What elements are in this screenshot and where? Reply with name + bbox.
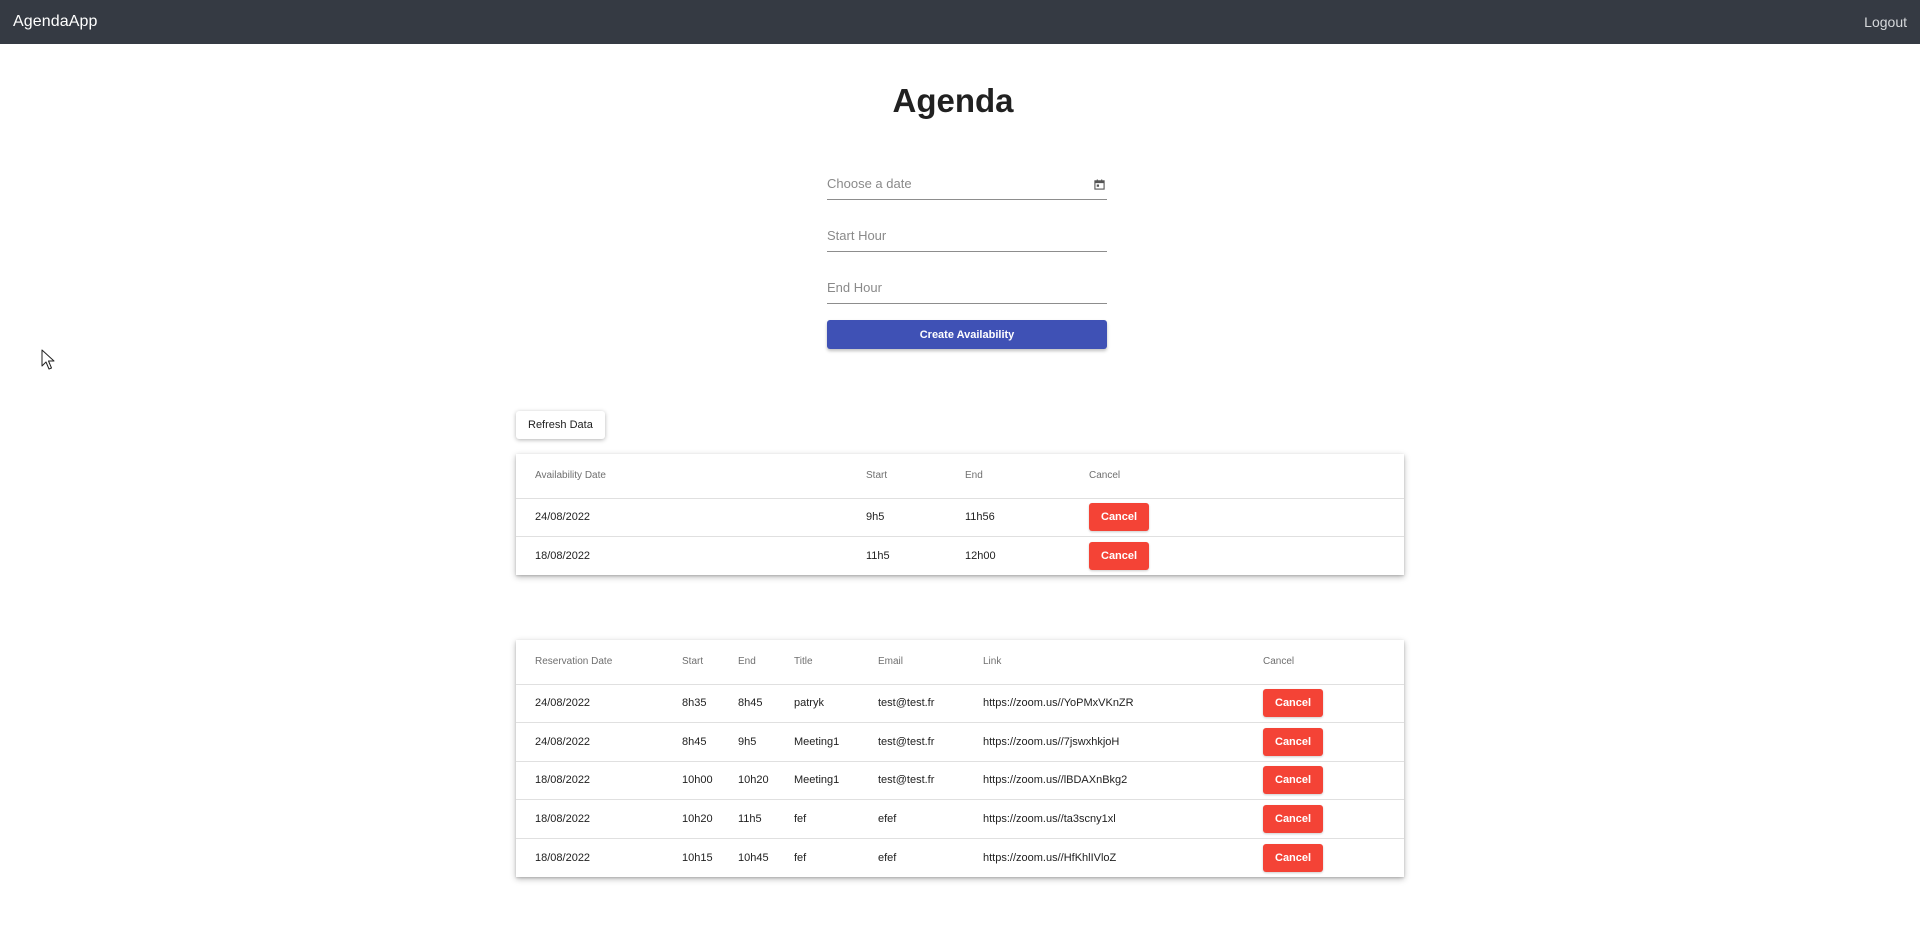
reservation-end: 9h5 (719, 722, 775, 762)
column-header[interactable]: Title (775, 640, 859, 685)
refresh-data-button[interactable]: Refresh Data (516, 411, 605, 439)
cancel-cell: Cancel (1244, 684, 1404, 723)
cancel-button[interactable]: Cancel (1263, 804, 1324, 833)
cancel-button[interactable]: Cancel (1263, 689, 1324, 718)
availability-date: 18/08/2022 (535, 550, 591, 562)
reservation-link: https://zoom.us//YoPMxVKnZR (964, 684, 1244, 723)
cancel-button[interactable]: Cancel (1263, 727, 1324, 756)
column-header[interactable]: End (946, 454, 1070, 499)
table-row: 24/08/2022 8h45 9h5 Meeting1 test@test.f… (516, 722, 1404, 762)
reservations-table: Reservation Date Start End Title Email L… (516, 640, 1404, 877)
availability-start: 11h5 (866, 550, 890, 562)
column-header[interactable]: Start (847, 454, 946, 499)
reservation-email: test@test.fr (859, 684, 964, 723)
reservation-end: 11h5 (719, 799, 775, 839)
reservation-end: 10h45 (738, 851, 769, 864)
table-row: 18/08/2022 10h15 10h45 fef efef https://… (516, 838, 1404, 877)
column-header: Cancel (1070, 454, 1404, 499)
reservation-email: test@test.fr (859, 722, 964, 762)
date-field[interactable] (827, 172, 1107, 200)
reservation-link: https://zoom.us//HfKhlIVloZ (983, 851, 1117, 864)
app-brand[interactable]: AgendaApp (13, 13, 98, 31)
availability-header-row: Availability Date Start End Cancel (516, 454, 1404, 499)
availability-date: 24/08/2022 (516, 498, 847, 537)
cancel-button[interactable]: Cancel (1263, 843, 1324, 872)
reservation-link: https://zoom.us//lBDAXnBkg2 (964, 761, 1244, 800)
create-availability-button[interactable]: Create Availability (827, 320, 1107, 349)
reservation-date: 24/08/2022 (516, 722, 663, 762)
reservation-date: 18/08/2022 (516, 761, 663, 800)
date-input[interactable] (827, 172, 1107, 197)
table-row: 18/08/2022 10h20 11h5 fef efef https://z… (516, 799, 1404, 839)
reservation-title: fef (794, 851, 807, 864)
cancel-button[interactable]: Cancel (1263, 766, 1324, 795)
top-toolbar: AgendaApp Logout (0, 0, 1920, 44)
reservation-link: https://zoom.us//ta3scny1xl (964, 799, 1244, 839)
reservations-header-row: Reservation Date Start End Title Email L… (516, 640, 1404, 685)
column-header[interactable]: Reservation Date (516, 640, 663, 685)
reservation-start: 10h15 (682, 851, 713, 864)
availability-end: 11h56 (946, 498, 1070, 537)
cancel-cell: Cancel (1244, 722, 1404, 762)
availability-form: Create Availability (827, 172, 1107, 349)
table-row: 24/08/2022 9h5 11h56 Cancel (516, 498, 1404, 537)
column-header[interactable]: End (719, 640, 775, 685)
end-hour-input[interactable] (827, 276, 1107, 301)
reservation-email: efef (859, 799, 964, 839)
cancel-cell: Cancel (1070, 537, 1404, 576)
reservation-date: 24/08/2022 (516, 684, 663, 723)
table-row: 24/08/2022 8h35 8h45 patryk test@test.fr… (516, 684, 1404, 723)
cancel-button[interactable]: Cancel (1089, 503, 1150, 532)
reservation-end: 10h20 (719, 761, 775, 800)
column-header[interactable]: Link (964, 640, 1244, 685)
reservation-email: test@test.fr (859, 761, 964, 800)
calendar-icon[interactable] (1094, 179, 1105, 190)
start-hour-input[interactable] (827, 224, 1107, 249)
reservation-start: 8h35 (663, 684, 719, 723)
reservation-end: 8h45 (719, 684, 775, 723)
column-header[interactable]: Availability Date (516, 454, 847, 499)
table-row: 18/08/2022 11h5 12h00 Cancel (516, 537, 1404, 576)
reservation-start: 10h20 (663, 799, 719, 839)
start-hour-field[interactable] (827, 224, 1107, 252)
reservation-title: fef (775, 799, 859, 839)
column-header[interactable]: Email (859, 640, 964, 685)
cancel-cell: Cancel (1070, 498, 1404, 537)
cancel-cell: Cancel (1244, 761, 1404, 800)
availability-end: 12h00 (965, 550, 996, 562)
reservation-date: 18/08/2022 (516, 799, 663, 839)
reservation-start: 8h45 (663, 722, 719, 762)
page-title: Agenda (892, 82, 1014, 119)
cancel-cell: Cancel (1244, 838, 1404, 877)
logout-link[interactable]: Logout (1864, 14, 1907, 30)
column-header: Cancel (1244, 640, 1404, 685)
reservation-title: Meeting1 (775, 722, 859, 762)
availability-table: Availability Date Start End Cancel 24/08… (516, 454, 1404, 575)
column-header[interactable]: Start (663, 640, 719, 685)
reservation-link: https://zoom.us//7jswxhkjoH (964, 722, 1244, 762)
end-hour-field[interactable] (827, 276, 1107, 304)
reservation-title: Meeting1 (775, 761, 859, 800)
reservation-title: patryk (775, 684, 859, 723)
cancel-button[interactable]: Cancel (1089, 542, 1150, 570)
cancel-cell: Cancel (1244, 799, 1404, 839)
reservation-email: efef (878, 851, 897, 864)
reservation-date: 18/08/2022 (535, 851, 591, 864)
reservation-start: 10h00 (663, 761, 719, 800)
table-row: 18/08/2022 10h00 10h20 Meeting1 test@tes… (516, 761, 1404, 800)
availability-start: 9h5 (847, 498, 946, 537)
mouse-pointer-icon (41, 349, 55, 370)
